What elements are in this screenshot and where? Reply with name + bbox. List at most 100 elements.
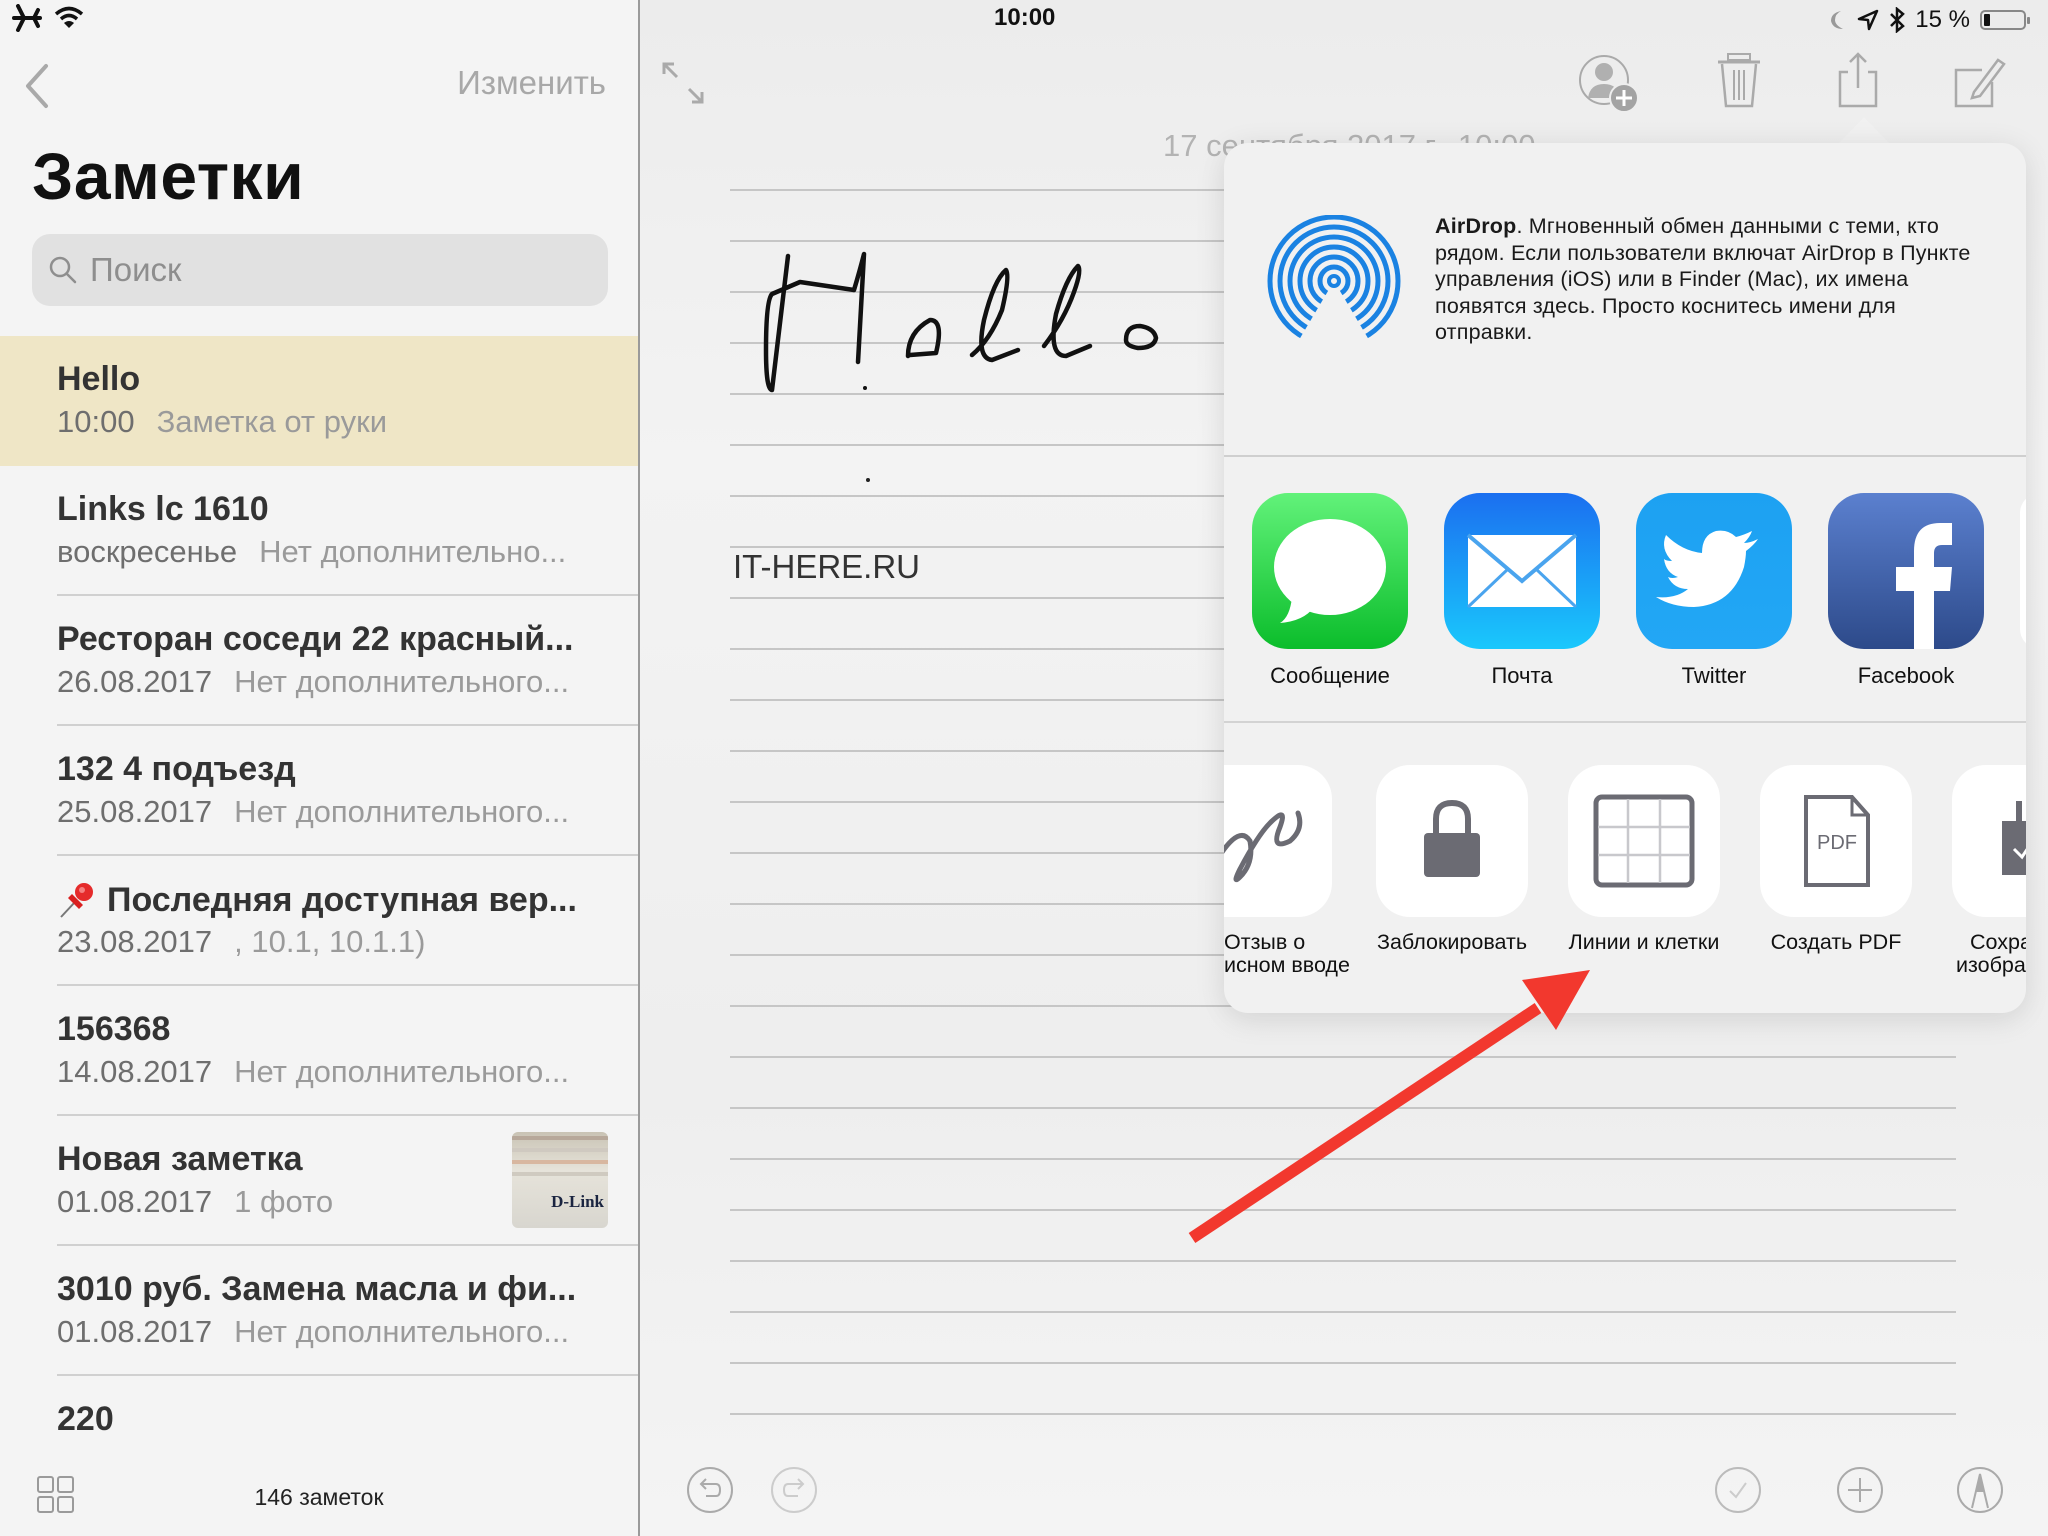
note-date: 10:00: [57, 404, 135, 439]
lines-grid-icon: [1568, 765, 1720, 917]
note-preview: Нет дополнительного...: [234, 794, 570, 829]
note-title: Links lc 1610: [57, 490, 269, 528]
note-title: Hello: [57, 360, 141, 398]
search-icon: [49, 256, 77, 284]
share-app-messages[interactable]: Сообщение: [1252, 493, 1408, 689]
action-label: Отзыв о: [1224, 930, 1306, 954]
list-item[interactable]: Последняя доступная вер... 23.08.2017 , 1…: [0, 856, 638, 986]
sidebar-bottom-bar: 146 заметок: [0, 1446, 638, 1536]
note-title: 220: [57, 1400, 114, 1438]
note-title: 132 4 подъезд: [57, 750, 296, 788]
status-bar: 10:00 15 %: [0, 0, 2048, 40]
note-thumbnail: D-Link: [512, 1132, 608, 1228]
ruled-line: [730, 1362, 1956, 1364]
airplane-icon: [12, 4, 42, 32]
list-item[interactable]: Новая заметка 01.08.2017 1 фото D-Link: [0, 1116, 638, 1246]
popover-arrow: [1838, 117, 1890, 144]
note-title: Ресторан соседи 22 красный...: [57, 620, 574, 658]
pushpin-icon: [60, 883, 93, 918]
back-chevron-icon[interactable]: [22, 62, 52, 110]
action-lines-grids[interactable]: Линии и клетки: [1568, 765, 1720, 954]
note-date: 25.08.2017: [57, 794, 213, 829]
share-actions-row: Отзыв о исном вводе Заблокировать Линии …: [1224, 723, 2026, 1013]
action-create-pdf[interactable]: PDF Создать PDF: [1760, 765, 1912, 954]
battery-icon: [1980, 10, 2030, 30]
expand-icon[interactable]: [660, 60, 706, 106]
action-label: изобра: [1956, 953, 2026, 977]
airdrop-description: AirDrop. Мгновенный обмен данными с теми…: [1435, 213, 1995, 346]
action-lock[interactable]: Заблокировать: [1376, 765, 1528, 954]
list-item[interactable]: 156368 14.08.2017 Нет дополнительного...: [0, 986, 638, 1116]
facebook-icon: [1828, 493, 1984, 649]
note-date: 23.08.2017: [57, 924, 213, 959]
redo-icon[interactable]: [770, 1466, 818, 1514]
search-field[interactable]: [32, 234, 608, 306]
action-label: исном вводе: [1224, 953, 1350, 977]
add-person-icon[interactable]: [1578, 52, 1642, 116]
pdf-icon-text: PDF: [1817, 832, 1857, 854]
thumbnail-logo: D-Link: [551, 1192, 604, 1211]
ruled-line: [730, 1056, 1956, 1058]
ruled-line: [730, 1209, 1956, 1211]
action-label: Линии и клетки: [1568, 930, 1720, 954]
note-title: 156368: [57, 1010, 171, 1048]
share-sheet: AirDrop. Мгновенный обмен данными с теми…: [1224, 143, 2026, 1013]
note-preview: Заметка от руки: [156, 404, 388, 439]
list-item[interactable]: 132 4 подъезд 25.08.2017 Нет дополнительн…: [0, 726, 638, 856]
undo-icon[interactable]: [686, 1466, 734, 1514]
sidebar-title: Заметки: [32, 139, 305, 213]
share-app-twitter[interactable]: Twitter: [1636, 493, 1792, 689]
edit-button[interactable]: Изменить: [457, 64, 606, 102]
handwriting-feedback-icon: [1224, 765, 1332, 917]
airdrop-title: AirDrop: [1435, 214, 1517, 238]
checklist-icon[interactable]: [1714, 1466, 1762, 1514]
share-app-facebook[interactable]: Facebook: [1828, 493, 1984, 689]
note-date: воскресенье: [57, 534, 238, 569]
list-item[interactable]: Links lc 1610 воскресенье Нет дополнитель…: [0, 466, 638, 596]
share-app-partial[interactable]: [2020, 493, 2026, 649]
wifi-icon: [54, 6, 84, 28]
ruled-line: [730, 1158, 1956, 1160]
search-input[interactable]: [88, 250, 572, 290]
battery-fill: [1984, 14, 1990, 26]
airdrop-icon: [1267, 215, 1401, 345]
mail-icon: [1444, 493, 1600, 649]
notes-list: Hello 10:00 Заметка от руки Links lc 1610…: [0, 336, 638, 1506]
share-app-mail[interactable]: Почта: [1444, 493, 1600, 689]
action-label: Заблокировать: [1376, 930, 1528, 954]
markup-icon[interactable]: [1956, 1466, 2004, 1514]
airdrop-body: . Мгновенный обмен данными с теми, кто р…: [1435, 214, 1971, 344]
note-preview: Нет дополнительного...: [234, 1054, 570, 1089]
share-icon[interactable]: [1826, 52, 1890, 116]
compose-icon[interactable]: [1946, 52, 2010, 116]
note-date: 26.08.2017: [57, 664, 213, 699]
trash-icon[interactable]: [1708, 52, 1772, 116]
action-handwriting-feedback[interactable]: Отзыв о исном вводе: [1224, 765, 1350, 977]
note-date: 14.08.2017: [57, 1054, 213, 1089]
airdrop-section: AirDrop. Мгновенный обмен данными с теми…: [1224, 143, 2026, 457]
moon-icon: [1831, 11, 1844, 29]
ruled-line: [730, 1107, 1956, 1109]
share-app-label: Facebook: [1857, 663, 1955, 688]
share-apps-row: Сообщение Почта Twitter Facebook: [1224, 457, 2026, 723]
share-app-label: Twitter: [1681, 663, 1747, 688]
bluetooth-icon: [1890, 7, 1906, 33]
note-preview: , 10.1, 10.1.1): [234, 924, 426, 959]
pdf-icon: PDF: [1760, 765, 1912, 917]
note-title: Последняя доступная вер...: [107, 880, 577, 919]
battery-percent: 15 %: [1915, 6, 1970, 33]
list-item[interactable]: Hello 10:00 Заметка от руки: [0, 336, 638, 466]
note-date: 01.08.2017: [57, 1184, 213, 1219]
note-preview: Нет дополнительно...: [259, 534, 567, 569]
handwriting-drawing: [763, 251, 1159, 393]
list-item[interactable]: 3010 руб. Замена масла и фи... 01.08.201…: [0, 1246, 638, 1376]
action-save-image[interactable]: Сохра изобра: [1952, 765, 2026, 977]
messages-icon: [1252, 493, 1408, 649]
note-title: 3010 руб. Замена масла и фи...: [57, 1270, 577, 1308]
ruled-line: [730, 1311, 1956, 1313]
lock-icon: [1376, 765, 1528, 917]
share-app-label: Сообщение: [1270, 663, 1390, 688]
list-item[interactable]: Ресторан соседи 22 красный... 26.08.2017…: [0, 596, 638, 726]
note-text-line[interactable]: IT-HERE.RU: [733, 548, 920, 586]
add-icon[interactable]: [1836, 1466, 1884, 1514]
